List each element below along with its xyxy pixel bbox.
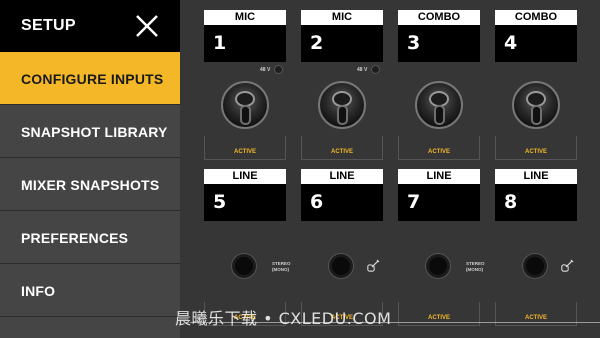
channel-number: 8 <box>504 191 518 213</box>
stereo-mono-toggle[interactable]: STEREO (MONO) <box>466 261 485 273</box>
status-badge: ACTIVE <box>427 315 450 321</box>
sidebar-item-snapshot-library[interactable]: SNAPSHOT LIBRARY <box>0 105 180 158</box>
phantom-power-toggle[interactable] <box>371 65 380 74</box>
sidebar-header: SETUP <box>0 0 180 52</box>
channel-type: LINE <box>301 169 383 184</box>
channel-card-2[interactable]: MIC 2 <box>301 10 383 62</box>
channel-number: 1 <box>213 32 227 54</box>
sidebar-item-preferences[interactable]: PREFERENCES <box>0 211 180 264</box>
channel-card-8[interactable]: LINE 8 <box>495 169 577 221</box>
line-jack-icon <box>523 254 547 278</box>
stereo-mono-toggle[interactable]: STEREO (MONO) <box>272 261 291 273</box>
sidebar: SETUP CONFIGURE INPUTS SNAPSHOT LIBRARY … <box>0 0 180 338</box>
channel-number: 5 <box>213 191 227 213</box>
close-icon[interactable] <box>134 13 160 39</box>
channel-card-7[interactable]: LINE 7 <box>398 169 480 221</box>
line-jack-icon <box>426 254 450 278</box>
xlr-input-icon <box>318 81 366 129</box>
channel-card-5[interactable]: LINE 5 <box>204 169 286 221</box>
sidebar-item-label: PREFERENCES <box>21 230 129 246</box>
channel-status-frame <box>301 136 383 160</box>
status-badge: ACTIVE <box>427 149 450 155</box>
sidebar-item-label: SNAPSHOT LIBRARY <box>21 124 168 140</box>
sidebar-title: SETUP <box>21 17 76 34</box>
sidebar-item-label: MIXER SNAPSHOTS <box>21 177 160 193</box>
channel-number: 4 <box>504 32 518 54</box>
status-badge: ACTIVE <box>233 149 256 155</box>
sidebar-item-info[interactable]: INFO <box>0 264 180 317</box>
sidebar-item-label: CONFIGURE INPUTS <box>21 71 164 87</box>
xlr-input-icon <box>221 81 269 129</box>
guitar-icon[interactable] <box>560 259 574 273</box>
inputs-panel: MIC 1 MIC 2 COMBO 3 COMBO 4 48 V 48 V AC… <box>180 0 600 338</box>
channel-type: MIC <box>204 10 286 25</box>
xlr-input-icon <box>512 81 560 129</box>
guitar-icon[interactable] <box>366 259 380 273</box>
line-jack-icon <box>329 254 353 278</box>
channel-card-4[interactable]: COMBO 4 <box>495 10 577 62</box>
channel-number: 2 <box>310 32 324 54</box>
channel-type: LINE <box>204 169 286 184</box>
sidebar-item-label: INFO <box>21 283 56 299</box>
channel-card-3[interactable]: COMBO 3 <box>398 10 480 62</box>
sidebar-item-mixer-snapshots[interactable]: MIXER SNAPSHOTS <box>0 158 180 211</box>
watermark-text: 晨曦乐下载 • CXLEDU.COM <box>175 309 392 328</box>
channel-status-frame <box>204 136 286 160</box>
channel-type: MIC <box>301 10 383 25</box>
phantom-power-toggle[interactable] <box>274 65 283 74</box>
channel-card-1[interactable]: MIC 1 <box>204 10 286 62</box>
channel-number: 3 <box>407 32 421 54</box>
phantom-power-label: 48 V <box>357 67 368 73</box>
channel-number: 7 <box>407 191 421 213</box>
phantom-power-label: 48 V <box>260 67 271 73</box>
sidebar-item-configure-inputs[interactable]: CONFIGURE INPUTS <box>0 52 180 105</box>
status-badge: ACTIVE <box>524 315 547 321</box>
xlr-input-icon <box>415 81 463 129</box>
channel-status-frame <box>398 136 480 160</box>
channel-type: LINE <box>398 169 480 184</box>
channel-type: COMBO <box>495 10 577 25</box>
channel-card-6[interactable]: LINE 6 <box>301 169 383 221</box>
channel-type: LINE <box>495 169 577 184</box>
channel-status-frame <box>495 136 577 160</box>
channel-type: COMBO <box>398 10 480 25</box>
channel-number: 6 <box>310 191 324 213</box>
status-badge: ACTIVE <box>330 149 353 155</box>
line-jack-icon <box>232 254 256 278</box>
status-badge: ACTIVE <box>524 149 547 155</box>
